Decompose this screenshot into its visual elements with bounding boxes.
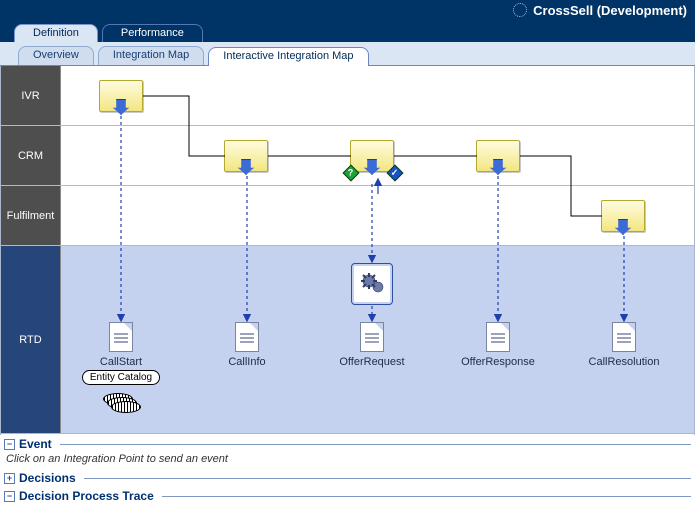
panel-decisions: + Decisions <box>0 469 695 487</box>
panel-trace: − Decision Process Trace <box>0 487 695 505</box>
panel-event-header[interactable]: − Event <box>0 435 695 453</box>
subtab-overview[interactable]: Overview <box>18 46 94 65</box>
lane-label-rtd: RTD <box>1 246 61 433</box>
integration-map-canvas: IVR CRM ? ✓ Fulfilment RTD <box>0 66 695 435</box>
doc-icon-callstart[interactable] <box>109 322 133 352</box>
tab-definition[interactable]: Definition <box>14 24 98 42</box>
panel-trace-header[interactable]: − Decision Process Trace <box>0 487 695 505</box>
node-crm-callinfo[interactable] <box>224 140 268 172</box>
rule-line <box>60 444 691 445</box>
tab-performance[interactable]: Performance <box>102 24 203 42</box>
panel-event-title: Event <box>19 437 52 451</box>
entity-catalog-node[interactable]: Entity Catalog <box>82 370 160 385</box>
lane-label-ivr: IVR <box>1 66 61 125</box>
entity-catalog-stack-icon <box>111 401 141 413</box>
top-tabs: Definition Performance <box>0 20 695 42</box>
lane-label-fulfilment: Fulfilment <box>1 186 61 245</box>
col-label-offerrequest: OfferRequest <box>312 356 432 368</box>
request-decision-icon: ? <box>343 165 360 182</box>
node-crm-offerrequest[interactable]: ? ✓ <box>350 140 394 172</box>
panel-decisions-header[interactable]: + Decisions <box>0 469 695 487</box>
doc-icon-offerresponse[interactable] <box>486 322 510 352</box>
lane-ivr: IVR <box>1 66 694 126</box>
doc-icon-callresolution[interactable] <box>612 322 636 352</box>
rtd-process-icon[interactable] <box>351 263 393 305</box>
node-crm-offerresponse[interactable] <box>476 140 520 172</box>
panel-decisions-title: Decisions <box>19 471 76 485</box>
collapse-icon[interactable]: − <box>4 439 15 450</box>
lane-crm: CRM ? ✓ <box>1 126 694 186</box>
node-ivr-callstart[interactable] <box>99 80 143 112</box>
lane-label-crm: CRM <box>1 126 61 185</box>
panel-event: − Event Click on an Integration Point to… <box>0 435 695 469</box>
col-label-offerresponse: OfferResponse <box>438 356 558 368</box>
node-fulfilment-callresolution[interactable] <box>601 200 645 232</box>
col-label-callinfo: CallInfo <box>187 356 307 368</box>
doc-icon-offerrequest[interactable] <box>360 322 384 352</box>
doc-icon-callinfo[interactable] <box>235 322 259 352</box>
expand-icon[interactable]: + <box>4 473 15 484</box>
collapse-icon[interactable]: − <box>4 491 15 502</box>
lane-fulfilment: Fulfilment <box>1 186 694 246</box>
request-validate-icon: ✓ <box>387 165 404 182</box>
sub-tabs: Overview Integration Map Interactive Int… <box>0 42 695 66</box>
app-title: CrossSell (Development) <box>533 3 687 18</box>
rule-line <box>84 478 691 479</box>
rule-line <box>162 496 691 497</box>
lane-rtd: RTD CallStart CallInfo OfferRequest Offe… <box>1 246 694 434</box>
col-label-callresolution: CallResolution <box>564 356 684 368</box>
col-label-callstart: CallStart <box>61 356 181 368</box>
panel-event-hint: Click on an Integration Point to send an… <box>0 453 695 469</box>
app-logo-icon <box>513 3 527 17</box>
header-bar: CrossSell (Development) <box>0 0 695 20</box>
panel-trace-title: Decision Process Trace <box>19 489 154 503</box>
subtab-integration-map[interactable]: Integration Map <box>98 46 204 65</box>
subtab-interactive-integration-map[interactable]: Interactive Integration Map <box>208 47 368 66</box>
